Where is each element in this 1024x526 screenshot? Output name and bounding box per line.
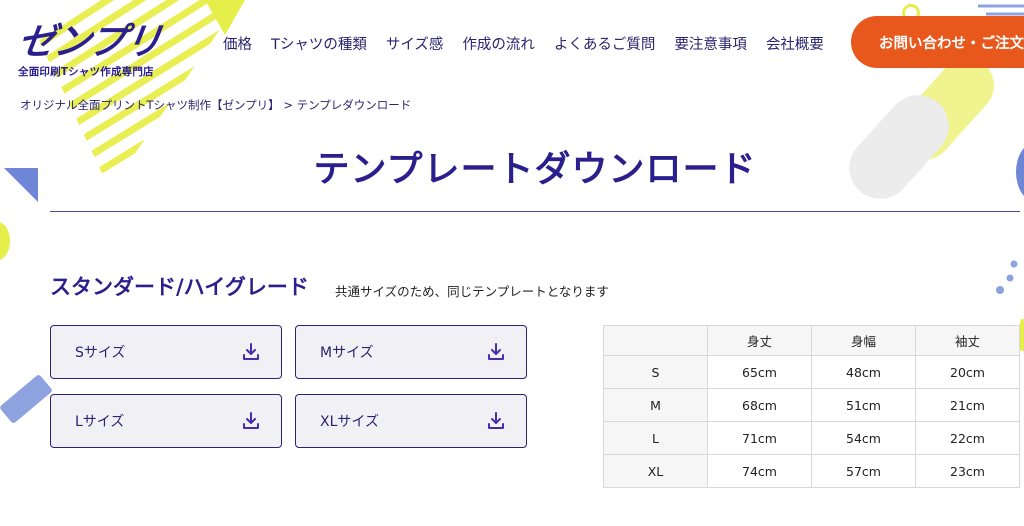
table-cell: 54cm [811, 421, 916, 455]
nav-item-tshirt-types[interactable]: Tシャツの種類 [271, 33, 367, 54]
table-cell: 68cm [707, 388, 812, 422]
table-row: S 65cm 48cm 20cm [603, 355, 1020, 389]
table-cell: 48cm [811, 355, 916, 389]
download-m-button[interactable]: Mサイズ [295, 325, 527, 379]
breadcrumb[interactable]: オリジナル全面プリントTシャツ制作【ゼンプリ】 > テンプレダウンロード [20, 97, 411, 113]
section-heading: スタンダード/ハイグレード [50, 275, 309, 299]
nav-item-company[interactable]: 会社概要 [766, 33, 824, 54]
nav-item-notes[interactable]: 要注意事項 [674, 33, 747, 54]
download-icon [488, 343, 504, 360]
contact-order-button[interactable]: お問い合わせ・ご注文 [851, 16, 1024, 68]
table-header-row: 身丈 身幅 袖丈 [603, 325, 1020, 356]
download-label: Sサイズ [75, 345, 126, 361]
table-cell: L [603, 421, 708, 455]
title-divider [50, 211, 1020, 212]
nav-item-process[interactable]: 作成の流れ [462, 33, 535, 54]
download-l-button[interactable]: Lサイズ [50, 394, 282, 448]
nav-item-price[interactable]: 価格 [223, 33, 252, 54]
table-cell: 20cm [915, 355, 1020, 389]
nav-item-size-feel[interactable]: サイズ感 [386, 33, 444, 54]
table-cell: 57cm [811, 454, 916, 488]
download-label: Lサイズ [75, 414, 125, 430]
table-cell: S [603, 355, 708, 389]
table-cell: 71cm [707, 421, 812, 455]
download-xl-button[interactable]: XLサイズ [295, 394, 527, 448]
table-header-cell: 身幅 [811, 325, 916, 356]
decorative-dots [996, 260, 1018, 294]
table-cell: 23cm [915, 454, 1020, 488]
table-header-cell [603, 325, 708, 356]
download-label: Mサイズ [320, 345, 374, 361]
download-icon [243, 412, 259, 429]
download-icon [488, 412, 504, 429]
table-header-cell: 身丈 [707, 325, 812, 356]
decorative-bar [0, 373, 53, 425]
logo-wordmark: ゼンプリ [15, 20, 164, 63]
table-row: XL 74cm 57cm 23cm [603, 454, 1020, 488]
section-note: 共通サイズのため、同じテンプレートとなります [335, 284, 609, 299]
nav-item-faq[interactable]: よくあるご質問 [554, 33, 656, 54]
decorative-circle-yellow [0, 222, 10, 260]
table-cell: 51cm [811, 388, 916, 422]
table-cell: 21cm [915, 388, 1020, 422]
download-label: XLサイズ [320, 414, 379, 430]
table-cell: 65cm [707, 355, 812, 389]
page-title: テンプレートダウンロード [313, 149, 757, 190]
download-s-button[interactable]: Sサイズ [50, 325, 282, 379]
table-row: M 68cm 51cm 21cm [603, 388, 1020, 422]
table-cell: 22cm [915, 421, 1020, 455]
table-cell: 74cm [707, 454, 812, 488]
table-cell: XL [603, 454, 708, 488]
logo-tagline: 全面印刷Tシャツ作成専門店 [18, 66, 154, 78]
table-header-cell: 袖丈 [915, 325, 1020, 356]
main-nav: 価格 Tシャツの種類 サイズ感 作成の流れ よくあるご質問 要注意事項 会社概要 [223, 33, 843, 54]
table-row: L 71cm 54cm 22cm [603, 421, 1020, 455]
size-table: 身丈 身幅 袖丈 S 65cm 48cm 20cm M 68cm 51cm 21… [603, 325, 1020, 488]
download-icon [243, 343, 259, 360]
table-cell: M [603, 388, 708, 422]
site-logo[interactable]: ゼンプリ 全面印刷Tシャツ作成専門店 [15, 20, 168, 80]
